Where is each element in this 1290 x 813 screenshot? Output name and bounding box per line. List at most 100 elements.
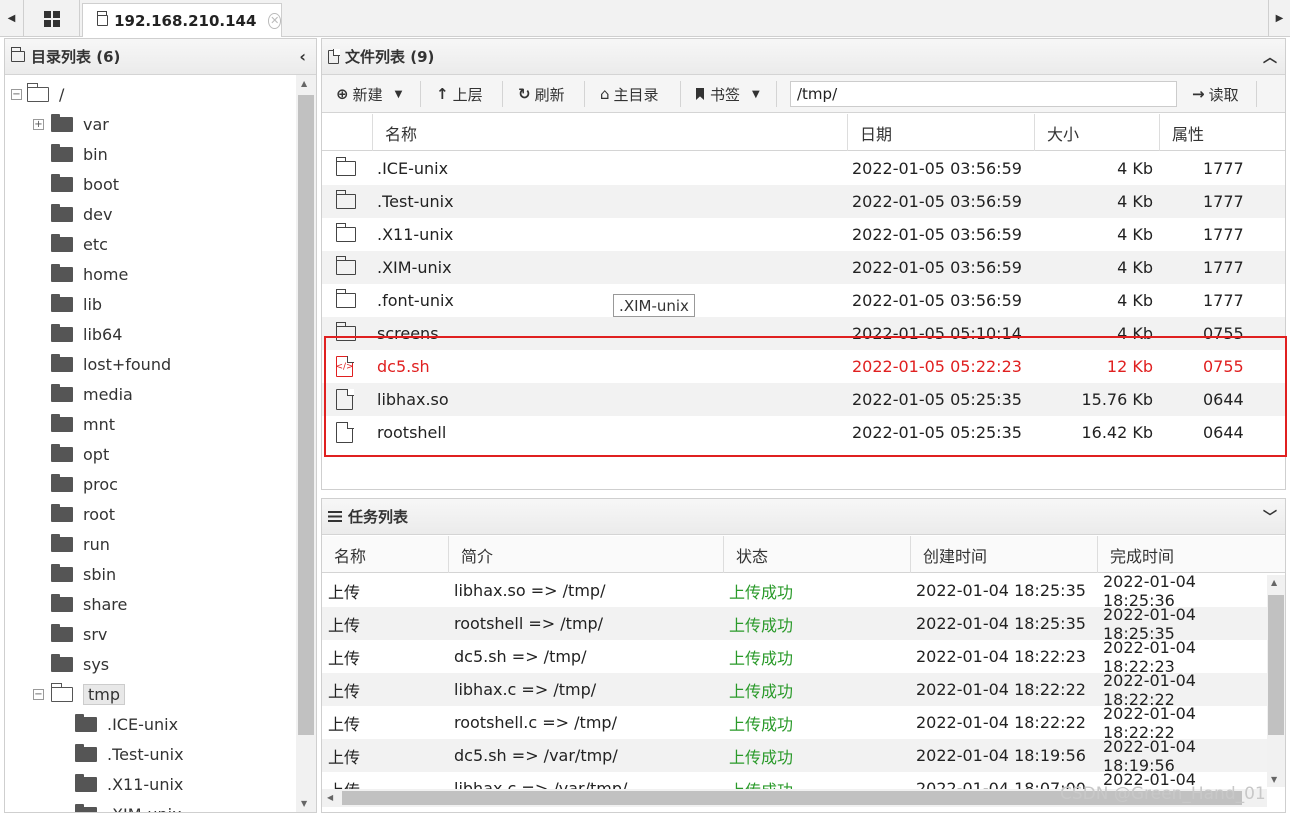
home-dir-button[interactable]: ⌂ 主目录: [600, 75, 659, 113]
task-col-name[interactable]: 名称: [322, 536, 448, 573]
scroll-left-arrow[interactable]: ◀: [327, 793, 333, 802]
scroll-down-arrow[interactable]: ▼: [301, 799, 307, 808]
folder-icon: [335, 289, 356, 308]
col-attr[interactable]: 属性: [1159, 114, 1285, 151]
scroll-down-arrow[interactable]: ▼: [1271, 775, 1277, 784]
tree-item-root[interactable]: /: [26, 79, 64, 109]
file-row[interactable]: .ICE-unix 2022-01-05 03:56:59 4 Kb 1777: [322, 152, 1285, 185]
tree-item-var[interactable]: var: [51, 109, 109, 139]
task-row[interactable]: 上传 dc5.sh => /var/tmp/上传成功 2022-01-04 18:1…: [322, 737, 1267, 775]
tree-item-sbin[interactable]: sbin: [51, 559, 116, 589]
new-button[interactable]: ⊕ 新建 ▼: [336, 75, 402, 113]
path-input[interactable]: /tmp/: [790, 81, 1177, 107]
folder-icon: [51, 443, 73, 462]
scroll-right-button[interactable]: ▶: [1268, 0, 1290, 37]
expand-toggle[interactable]: +: [33, 119, 44, 130]
caret-right-icon: ▶: [1275, 13, 1284, 24]
tree-item-srv[interactable]: srv: [51, 619, 107, 649]
folder-icon: [51, 143, 73, 162]
tree-item-home[interactable]: home: [51, 259, 128, 289]
tree-scroll-thumb[interactable]: [298, 95, 314, 735]
scroll-left-button[interactable]: ◀: [0, 0, 24, 37]
task-col-created[interactable]: 创建时间: [910, 536, 1097, 573]
tree-item-tmp[interactable]: tmp: [50, 679, 126, 709]
col-date[interactable]: 日期: [847, 114, 1034, 151]
task-col-desc[interactable]: 简介: [448, 536, 723, 573]
tree-item-tmp-child[interactable]: .Test-unix: [75, 739, 184, 769]
tab-bar: ◀ 192.168.210.144 ✕ ▶: [0, 0, 1290, 37]
file-row[interactable]: .X11-unix 2022-01-05 03:56:59 4 Kb 1777: [322, 218, 1285, 251]
tree-item-tmp-child[interactable]: .ICE-unix: [75, 709, 178, 739]
scroll-up-arrow[interactable]: ▲: [1271, 578, 1277, 587]
up-label: 上层: [452, 85, 483, 104]
tree-item-label: home: [83, 264, 129, 284]
collapse-toggle[interactable]: −: [33, 689, 44, 700]
tree-item-root[interactable]: root: [51, 499, 115, 529]
tree-item-media[interactable]: media: [51, 379, 133, 409]
task-name: 上传: [328, 714, 361, 734]
task-row[interactable]: 上传 rootshell => /tmp/上传成功 2022-01-04 18:25…: [322, 605, 1267, 643]
col-date-label: 日期: [860, 124, 893, 144]
tree-item-mnt[interactable]: mnt: [51, 409, 115, 439]
task-col-status[interactable]: 状态: [723, 536, 910, 573]
col-size-label: 大小: [1047, 124, 1080, 144]
bookmark-button[interactable]: 书签 ▼: [696, 75, 760, 113]
watermark: CSDN @Green_Hand_01: [1060, 784, 1266, 804]
tree-item-bin[interactable]: bin: [51, 139, 108, 169]
task-vscrollbar[interactable]: ▲ ▼: [1267, 575, 1285, 787]
tree-item-tmp-child[interactable]: .XIM-unix: [75, 799, 182, 812]
collapse-down-icon[interactable]: ﹀: [1263, 507, 1277, 527]
folder-icon: [51, 563, 73, 582]
scroll-up-arrow[interactable]: ▲: [301, 79, 307, 88]
task-done: 2022-01-04 18:22:22: [1103, 703, 1196, 742]
collapse-left-icon[interactable]: ‹: [299, 47, 306, 66]
tree-item-lib64[interactable]: lib64: [51, 319, 122, 349]
tree-item-lostfound[interactable]: lost+found: [51, 349, 171, 379]
task-row[interactable]: 上传 dc5.sh => /tmp/上传成功 2022-01-04 18:22:23…: [322, 638, 1267, 676]
collapse-toggle[interactable]: −: [11, 89, 22, 100]
task-status: 上传成功: [729, 681, 794, 701]
task-created: 2022-01-04 18:22:22: [916, 713, 1086, 732]
folder-icon: [51, 593, 73, 612]
col-attr-label: 属性: [1172, 124, 1205, 144]
tree-item-tmp-child[interactable]: .X11-unix: [75, 769, 183, 799]
file-row[interactable]: .Test-unix 2022-01-05 03:56:59 4 Kb 1777: [322, 185, 1285, 218]
tree-item-boot[interactable]: boot: [51, 169, 119, 199]
tree-item-proc[interactable]: proc: [51, 469, 118, 499]
file-size: 4 Kb: [1117, 225, 1153, 244]
task-row[interactable]: 上传 libhax.c => /tmp/上传成功 2022-01-04 18:22:…: [322, 670, 1267, 709]
up-button[interactable]: ↑ 上层: [436, 75, 483, 113]
tab-session[interactable]: 192.168.210.144 ✕: [82, 3, 282, 37]
task-name: 上传: [328, 582, 361, 602]
file-row[interactable]: .font-unix 2022-01-05 03:56:59 4 Kb 1777: [322, 284, 1285, 317]
task-done: 2022-01-04 18:22:22: [1103, 670, 1196, 709]
task-row[interactable]: 上传 rootshell.c => /tmp/上传成功 2022-01-04 18:…: [322, 703, 1267, 742]
task-vscroll-thumb[interactable]: [1268, 595, 1284, 735]
col-size[interactable]: 大小: [1034, 114, 1159, 151]
tree-item-lib[interactable]: lib: [51, 289, 102, 319]
tree-item-opt[interactable]: opt: [51, 439, 109, 469]
arrow-right-icon: →: [1192, 85, 1205, 103]
read-label: 读取: [1208, 85, 1239, 104]
file-row[interactable]: .XIM-unix 2022-01-05 03:56:59 4 Kb 1777: [322, 251, 1285, 284]
refresh-button[interactable]: ↻ 刷新: [518, 75, 565, 113]
file-name: .X11-unix: [377, 225, 454, 244]
tree-item-run[interactable]: run: [51, 529, 110, 559]
tree-item-label: root: [83, 504, 116, 524]
collapse-up-icon[interactable]: ︿: [1263, 47, 1277, 67]
task-done: 2022-01-04 18:25:36: [1103, 571, 1196, 610]
tree-item-label: share: [83, 594, 128, 614]
col-name[interactable]: 名称: [372, 114, 847, 151]
tree-scrollbar[interactable]: ▲ ▼: [296, 75, 316, 812]
close-circle-icon[interactable]: ✕: [268, 12, 281, 29]
grid-icon: [43, 10, 60, 27]
task-desc: rootshell.c => /tmp/: [454, 713, 617, 732]
tree-item-share[interactable]: share: [51, 589, 127, 619]
task-row[interactable]: 上传 libhax.so => /tmp/上传成功 2022-01-04 18:25…: [322, 571, 1267, 610]
read-button[interactable]: → 读取: [1192, 75, 1239, 113]
tree-item-etc[interactable]: etc: [51, 229, 108, 259]
task-col-done[interactable]: 完成时间: [1097, 536, 1285, 573]
tree-item-sys[interactable]: sys: [51, 649, 109, 679]
tree-item-dev[interactable]: dev: [51, 199, 112, 229]
home-grid-button[interactable]: [24, 0, 80, 37]
